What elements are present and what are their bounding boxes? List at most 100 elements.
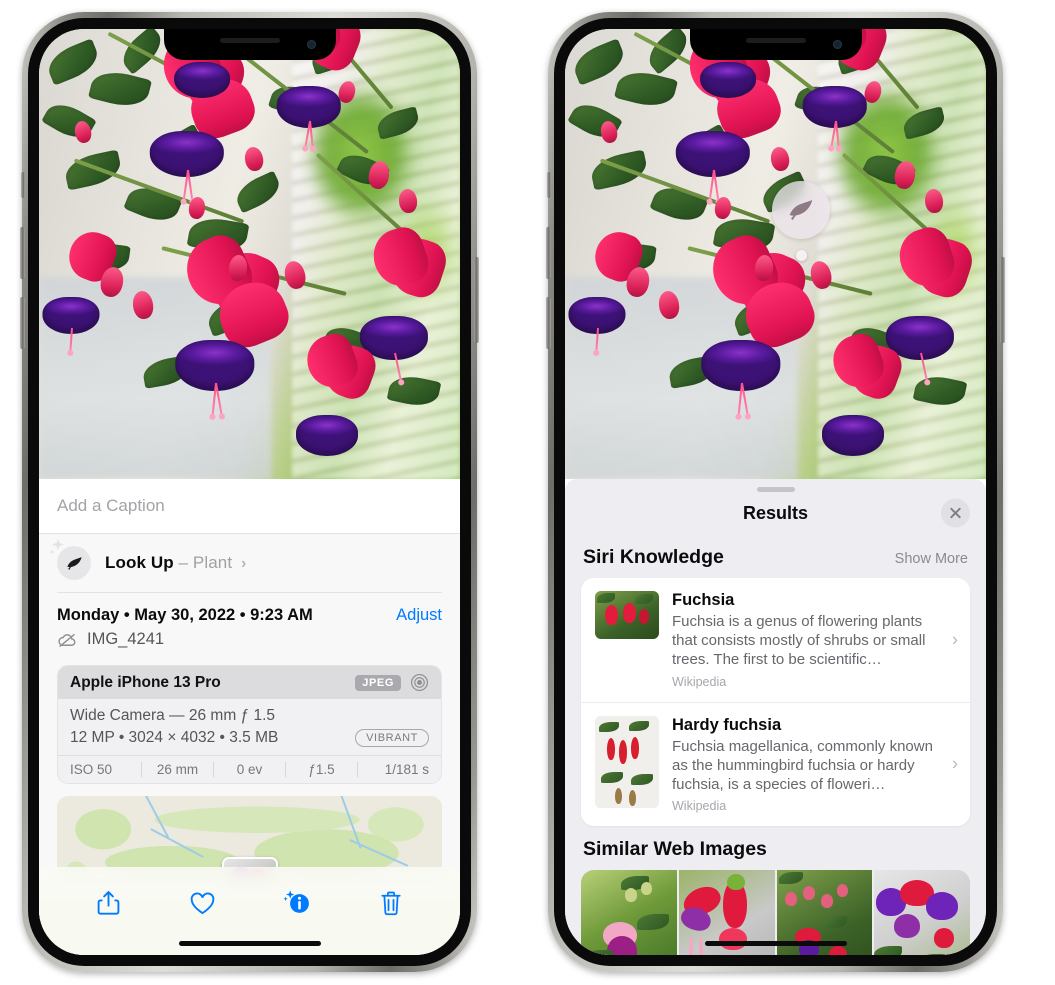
screenshot-stage: Look Up – Plant › Monday • May 30, 2022 … <box>0 0 1055 985</box>
result-title: Fuchsia <box>672 591 735 609</box>
home-indicator <box>704 941 847 946</box>
close-icon <box>950 507 961 519</box>
metadata-block: Monday • May 30, 2022 • 9:23 AM Adjust I… <box>39 593 460 655</box>
exif-body: Wide Camera — 26 mm ƒ 1.5 12 MP • 3024 ×… <box>58 699 441 755</box>
share-button[interactable] <box>84 883 132 923</box>
mute-switch[interactable] <box>21 172 25 198</box>
siri-knowledge-card: Fuchsia Fuchsia is a genus of flowering … <box>581 578 970 827</box>
info-button[interactable] <box>273 883 321 923</box>
list-item[interactable]: Fuchsia Fuchsia is a genus of flowering … <box>581 578 970 702</box>
exif-size-row: 12 MP • 3024 × 4032 • 3.5 MB VIBRANT <box>70 729 429 747</box>
look-up-title: Look Up <box>105 553 174 572</box>
stat-aperture: ƒ1.5 <box>308 762 335 777</box>
earpiece-speaker <box>219 38 280 43</box>
trash-icon <box>381 891 401 915</box>
format-badge: JPEG <box>355 674 401 691</box>
earpiece-speaker <box>745 38 806 43</box>
heart-icon <box>190 892 215 914</box>
right-iphone: Results Siri Knowledge Show More Fuchsia… <box>546 12 1005 972</box>
chevron-right-icon: › <box>952 629 958 650</box>
look-up-subject: Plant <box>192 553 233 572</box>
close-button[interactable] <box>941 498 970 528</box>
leaf-icon-disc <box>57 546 91 580</box>
photo-viewer[interactable] <box>39 29 460 479</box>
foliage-layer <box>565 29 986 479</box>
icloud-slash-icon <box>58 633 76 647</box>
look-up-row[interactable]: Look Up – Plant › <box>39 534 460 592</box>
power-button[interactable] <box>1000 257 1005 343</box>
front-camera <box>832 40 842 49</box>
visual-look-up-badge[interactable] <box>772 181 830 239</box>
notch <box>689 29 862 60</box>
exif-header-badges: JPEG <box>355 673 429 692</box>
aperture-icon <box>410 673 429 692</box>
leaf-icon <box>66 556 82 570</box>
result-description: Fuchsia is a genus of flowering plants t… <box>672 613 926 669</box>
stat-shutter: 1/181 s <box>384 762 429 777</box>
volume-up-button[interactable] <box>546 227 551 279</box>
similar-web-images-header: Similar Web Images <box>565 826 986 870</box>
left-screen: Look Up – Plant › Monday • May 30, 2022 … <box>39 29 460 955</box>
list-item[interactable]: Hardy fuchsia Fuchsia magellanica, commo… <box>581 701 970 827</box>
volume-down-button[interactable] <box>546 297 551 349</box>
file-name: IMG_4241 <box>87 630 165 648</box>
visual-look-up-anchor-dot <box>796 250 807 261</box>
look-up-dash: – <box>178 553 189 572</box>
caption-row[interactable] <box>39 479 460 534</box>
result-source: Wikipedia <box>672 674 727 689</box>
result-source: Wikipedia <box>672 799 727 814</box>
results-title: Results <box>742 502 809 523</box>
similar-web-images-title: Similar Web Images <box>583 838 767 861</box>
share-icon <box>97 891 119 915</box>
result-thumbnail <box>595 591 659 639</box>
result-description: Fuchsia magellanica, commonly known as t… <box>672 737 933 793</box>
camera-device: Apple iPhone 13 Pro <box>70 673 221 691</box>
exif-card[interactable]: Apple iPhone 13 Pro JPEG Wide Camera — 2… <box>57 665 442 784</box>
result-text: Hardy fuchsia Fuchsia magellanica, commo… <box>672 716 958 814</box>
home-indicator <box>178 941 321 946</box>
exif-stats-row: ISO 50 26 mm 0 ev ƒ1.5 1/181 s <box>58 755 441 783</box>
leaf-icon <box>789 200 813 220</box>
stat-focal: 26 mm <box>156 762 199 777</box>
volume-up-button[interactable] <box>20 227 25 279</box>
siri-knowledge-title: Siri Knowledge <box>583 546 724 568</box>
photo-toolbar <box>39 867 460 955</box>
mute-switch[interactable] <box>547 172 551 198</box>
result-thumbnail <box>595 715 659 808</box>
volume-down-button[interactable] <box>20 297 25 349</box>
info-sparkle-icon <box>283 890 309 913</box>
right-screen: Results Siri Knowledge Show More Fuchsia… <box>565 29 986 955</box>
web-image-4[interactable] <box>874 870 970 955</box>
foliage-layer <box>39 29 460 479</box>
siri-knowledge-header: Siri Knowledge Show More <box>565 534 986 578</box>
adjust-button[interactable]: Adjust <box>396 606 442 625</box>
web-image-1[interactable] <box>581 870 677 955</box>
favorite-button[interactable] <box>178 883 226 923</box>
result-title: Hardy fuchsia <box>672 715 782 734</box>
image-size-info: 12 MP • 3024 × 4032 • 3.5 MB <box>70 729 279 746</box>
results-sheet: Results Siri Knowledge Show More Fuchsia… <box>565 479 986 955</box>
photo-viewer[interactable] <box>565 29 986 479</box>
look-up-label: Look Up – Plant › <box>105 553 246 573</box>
power-button[interactable] <box>474 257 479 343</box>
front-camera <box>306 40 316 49</box>
caption-input[interactable] <box>57 496 442 516</box>
photographic-style-badge: VIBRANT <box>355 729 429 747</box>
photo-info-sheet: Look Up – Plant › Monday • May 30, 2022 … <box>39 479 460 955</box>
exif-header: Apple iPhone 13 Pro JPEG <box>58 666 441 699</box>
look-up-badge <box>49 538 91 580</box>
stat-iso: ISO 50 <box>70 762 113 777</box>
lens-info: Wide Camera — 26 mm ƒ 1.5 <box>70 707 276 724</box>
show-more-button[interactable]: Show More <box>895 551 968 567</box>
notch <box>163 29 336 60</box>
results-header: Results <box>565 492 986 534</box>
file-row: IMG_4241 <box>57 630 442 649</box>
stat-exposure: 0 ev <box>236 762 263 777</box>
chevron-right-icon: › <box>241 555 247 572</box>
left-iphone: Look Up – Plant › Monday • May 30, 2022 … <box>20 12 479 972</box>
capture-date: Monday • May 30, 2022 • 9:23 AM <box>57 606 313 624</box>
chevron-right-icon: › <box>952 753 958 774</box>
delete-button[interactable] <box>367 883 415 923</box>
result-text: Fuchsia Fuchsia is a genus of flowering … <box>672 591 958 689</box>
metadata-top-row: Monday • May 30, 2022 • 9:23 AM Adjust <box>57 606 442 625</box>
